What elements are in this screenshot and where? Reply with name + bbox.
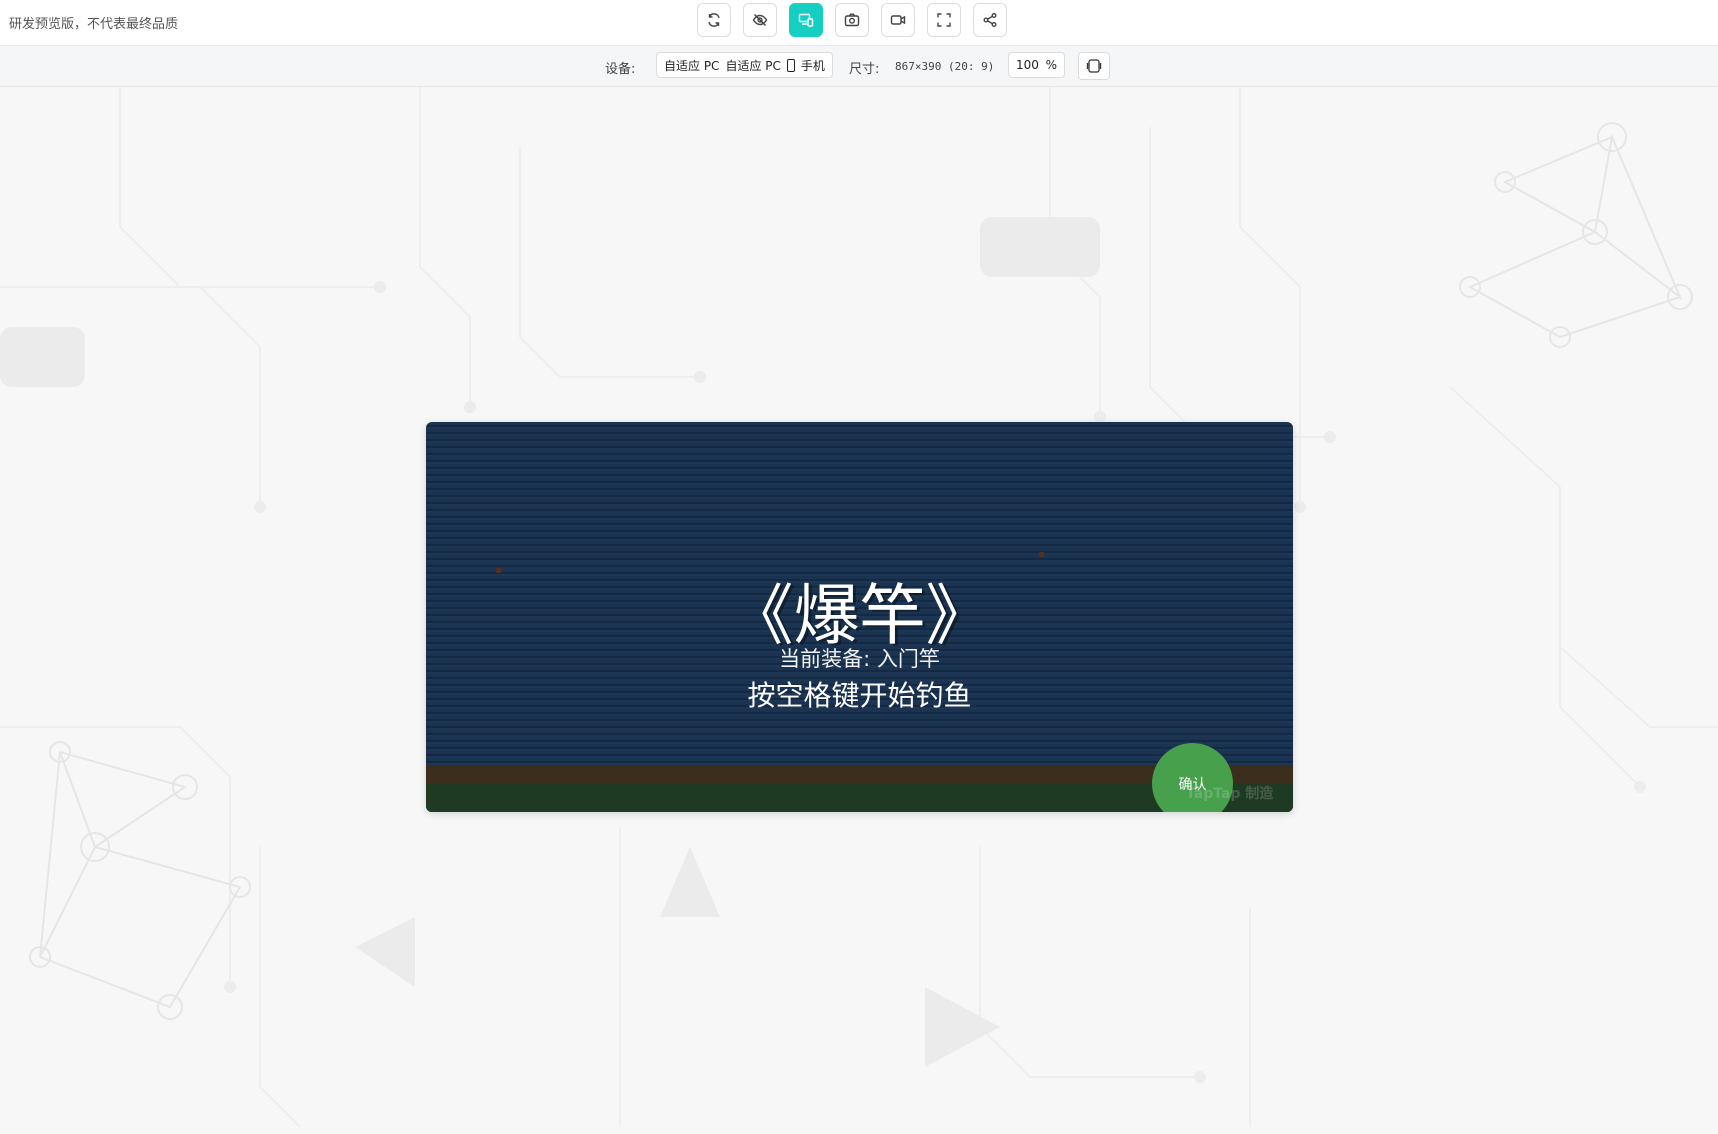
zoom-unit: % xyxy=(1045,58,1057,72)
fit-screen-button[interactable] xyxy=(1078,52,1110,80)
device-bar: 设备: 自适应 PC 自适应 PC 手机 尺寸: 867×390 (20: 9)… xyxy=(0,46,1718,87)
game-canvas[interactable]: 《爆竿》 当前装备: 入门竿 按空格键开始钓鱼 确认 TapTap 制造 xyxy=(426,422,1293,812)
camera-icon xyxy=(844,13,860,27)
device-selector[interactable]: 自适应 PC 自适应 PC 手机 xyxy=(656,52,833,78)
size-label: 尺寸: xyxy=(849,62,880,77)
record-button[interactable] xyxy=(881,3,915,37)
fit-screen-icon xyxy=(1086,59,1102,73)
current-equipment: 当前装备: 入门竿 xyxy=(779,647,940,671)
toolbar xyxy=(697,3,1007,37)
zoom-input[interactable]: 100 % xyxy=(1008,52,1065,78)
device-switch-icon xyxy=(798,13,814,27)
device-option-adaptive-pc-2[interactable]: 自适应 PC xyxy=(725,57,780,74)
size-value: 867×390 (20: 9) xyxy=(895,60,995,73)
device-option-adaptive-pc[interactable]: 自适应 PC xyxy=(664,57,719,74)
device-option-phone[interactable]: 手机 xyxy=(801,57,825,74)
share-button[interactable] xyxy=(973,3,1007,37)
top-bar: 研发预览版，不代表最终品质 xyxy=(0,0,1718,46)
share-icon xyxy=(983,13,997,27)
start-hint: 按空格键开始钓鱼 xyxy=(747,679,972,712)
refresh-icon xyxy=(708,13,720,27)
device-switch-button[interactable] xyxy=(789,3,823,37)
taptap-watermark: TapTap 制造 xyxy=(1186,786,1274,802)
particle xyxy=(1039,552,1044,557)
video-icon xyxy=(890,15,906,25)
eye-off-icon xyxy=(752,14,768,26)
toggle-visibility-button[interactable] xyxy=(743,3,777,37)
device-label: 设备: xyxy=(605,62,636,77)
refresh-button[interactable] xyxy=(697,3,731,37)
fullscreen-button[interactable] xyxy=(927,3,961,37)
phone-icon xyxy=(786,58,795,72)
fullscreen-icon xyxy=(937,13,951,27)
preview-notice: 研发预览版，不代表最终品质 xyxy=(9,17,179,32)
screenshot-button[interactable] xyxy=(835,3,869,37)
zoom-value[interactable]: 100 xyxy=(1016,58,1039,72)
